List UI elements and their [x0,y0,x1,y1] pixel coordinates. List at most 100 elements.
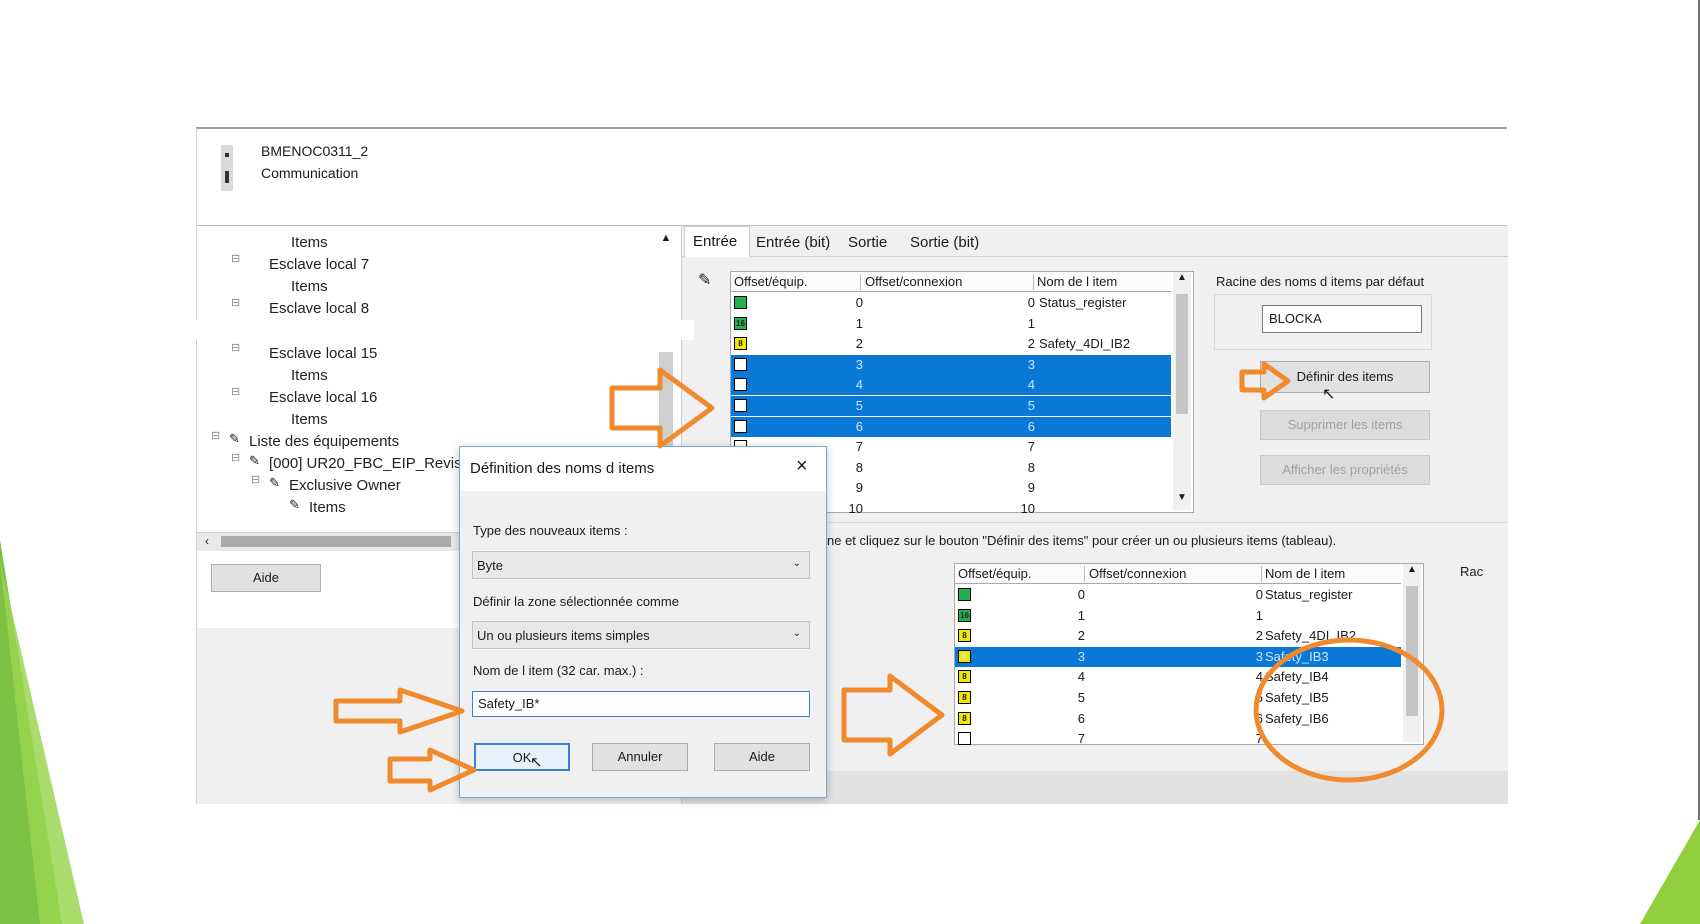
item-name-cell: Safety_IB6 [1265,710,1329,726]
chevron-down-icon[interactable]: ⌄ [793,558,801,569]
item-type-icon: 8 [958,711,971,725]
help-button[interactable]: Aide [211,564,321,592]
define-items-dialog: Définition des noms d items × Type des n… [459,446,827,798]
scroll-left-icon[interactable]: ‹ [205,534,209,548]
define-items-button[interactable]: Définir des items [1260,361,1430,393]
scroll-up-icon[interactable]: ▲ [657,232,675,244]
item-name-input[interactable]: Safety_IB* [472,691,810,717]
collapse-icon[interactable]: ⊟ [231,341,240,354]
table-row[interactable]: 8 2 2 Safety_4DI_IB2 [955,626,1401,646]
table-row[interactable]: 0 0 Status_register [955,585,1401,605]
item-type-icon: 8 [734,337,747,351]
tree-item-esclave-15[interactable]: Esclave local 15 [269,345,377,362]
dialog-help-button[interactable]: Aide [714,743,810,771]
table-scrollbar[interactable]: ▲ ▼ [1173,272,1191,510]
offset-connection-cell: 9 [1027,480,1035,496]
tab-input[interactable]: Entrée [684,226,750,257]
offset-device-cell: 4 [855,377,863,393]
col-offset-connection[interactable]: Offset/connexion [1089,566,1262,582]
chevron-down-icon[interactable]: ⌄ [793,628,801,639]
table-row[interactable]: 77 [955,729,1401,749]
col-offset-device[interactable]: Offset/équip. [734,274,861,290]
type-select[interactable]: Byte ⌄ [472,551,810,579]
collapse-icon[interactable]: ⊟ [231,252,240,265]
ok-button[interactable]: OK [474,743,570,771]
col-offset-connection[interactable]: Offset/connexion [865,274,1034,290]
tree-item-esclave-8[interactable]: Esclave local 8 [269,300,369,317]
zone-select[interactable]: Un ou plusieurs items simples ⌄ [472,621,810,649]
tree-item-items[interactable]: Items [291,234,328,251]
pencil-icon: ✎ [249,453,260,468]
offset-connection-cell: 1 [1027,315,1035,331]
offset-device-cell: 6 [855,418,863,434]
collapse-icon[interactable]: ⊟ [231,451,240,464]
delete-items-button[interactable]: Supprimer les items [1260,410,1430,440]
table-row[interactable]: 16 1 1 [731,314,1171,334]
tree-item-esclave-16[interactable]: Esclave local 16 [269,389,377,406]
table-row[interactable]: 66 [731,416,1171,437]
offset-connection-cell: 1 [1255,607,1263,623]
cancel-button[interactable]: Annuler [592,743,688,771]
device-module-icon [221,145,233,191]
item-type-icon [734,296,747,309]
item-name-cell: Safety_4DI_IB2 [1039,336,1131,352]
table-row[interactable]: 55 [731,396,1171,416]
collapse-icon[interactable]: ⊟ [251,473,260,486]
offset-connection-cell: 5 [1027,398,1035,413]
tree-item-esclave-7[interactable]: Esclave local 7 [269,256,369,273]
table-row[interactable]: 33 [731,354,1171,375]
offset-device-cell: 5 [1077,690,1085,705]
table-row[interactable]: 44 [731,375,1171,396]
offset-device-cell: 6 [1077,710,1085,726]
offset-connection-cell: 0 [1027,295,1035,310]
collapse-icon[interactable]: ⊟ [231,296,240,309]
table-row[interactable]: 8 6 6 Safety_IB6 [955,709,1401,729]
col-item-name[interactable]: Nom de l item [1265,566,1397,582]
collapse-icon[interactable]: ⊟ [231,385,240,398]
tab-output[interactable]: Sortie [848,234,887,251]
tree-item-items[interactable]: Items [291,367,328,384]
col-offset-device[interactable]: Offset/équip. [958,566,1085,582]
table-row[interactable]: 8 2 2 Safety_4DI_IB2 [731,334,1171,354]
col-item-name[interactable]: Nom de l item [1037,274,1167,290]
item-name-cell: Safety_4DI_IB2 [1265,628,1357,644]
scroll-up-icon[interactable]: ▲ [1403,564,1421,575]
offset-connection-cell: 2 [1255,628,1263,644]
tab-input-bit[interactable]: Entrée (bit) [756,234,830,251]
tree-item-ur20[interactable]: [000] UR20_FBC_EIP_Revis [269,455,462,472]
edit-pencil-icon[interactable]: ✎ [698,270,711,290]
tree-item-exclusive-owner[interactable]: Exclusive Owner [289,477,401,494]
scroll-up-icon[interactable]: ▲ [1173,272,1191,283]
tree-item-items[interactable]: Items [291,278,328,295]
collapse-icon[interactable]: ⊟ [211,429,220,442]
device-type: Communication [261,165,359,181]
scroll-down-icon[interactable]: ▼ [1173,492,1191,503]
offset-connection-cell: 3 [1255,648,1263,664]
tree-item-items[interactable]: Items [309,499,346,516]
table-row[interactable]: 8 3 3 Safety_IB3 [955,646,1401,667]
app-window: BMENOC0311_2 Communication ▲ Items ⊟ Esc… [196,127,1508,804]
table-scrollbar[interactable]: ▲ [1403,564,1421,742]
offset-device-cell: 4 [1077,669,1085,685]
table-row[interactable]: 0 0 Status_register [731,293,1171,313]
item-type-icon [734,419,747,433]
show-properties-button[interactable]: Afficher les propriétés [1260,455,1430,485]
offset-connection-cell: 5 [1255,690,1263,705]
tree-item-device-list[interactable]: Liste des équipements [249,433,399,450]
offset-connection-cell: 4 [1027,377,1035,393]
offset-device-cell: 9 [855,480,863,496]
item-type-icon: 8 [958,670,971,684]
tree-item-items[interactable]: Items [291,411,328,428]
table-header: Offset/équip. Offset/connexion Nom de l … [955,564,1401,584]
item-type-icon [958,588,971,601]
table-row[interactable]: 8 5 5 Safety_IB5 [955,688,1401,708]
offset-connection-cell: 7 [1027,439,1035,455]
root-name-input[interactable]: BLOCKA [1262,305,1422,333]
mouse-cursor-icon: ↖ [1322,386,1336,403]
offset-device-cell: 1 [1077,607,1085,623]
table-row[interactable]: 16 1 1 [955,606,1401,626]
tab-output-bit[interactable]: Sortie (bit) [910,234,979,251]
offset-device-cell: 2 [855,336,863,352]
table-row[interactable]: 8 4 4 Safety_IB4 [955,667,1401,687]
close-icon[interactable]: × [796,455,808,478]
